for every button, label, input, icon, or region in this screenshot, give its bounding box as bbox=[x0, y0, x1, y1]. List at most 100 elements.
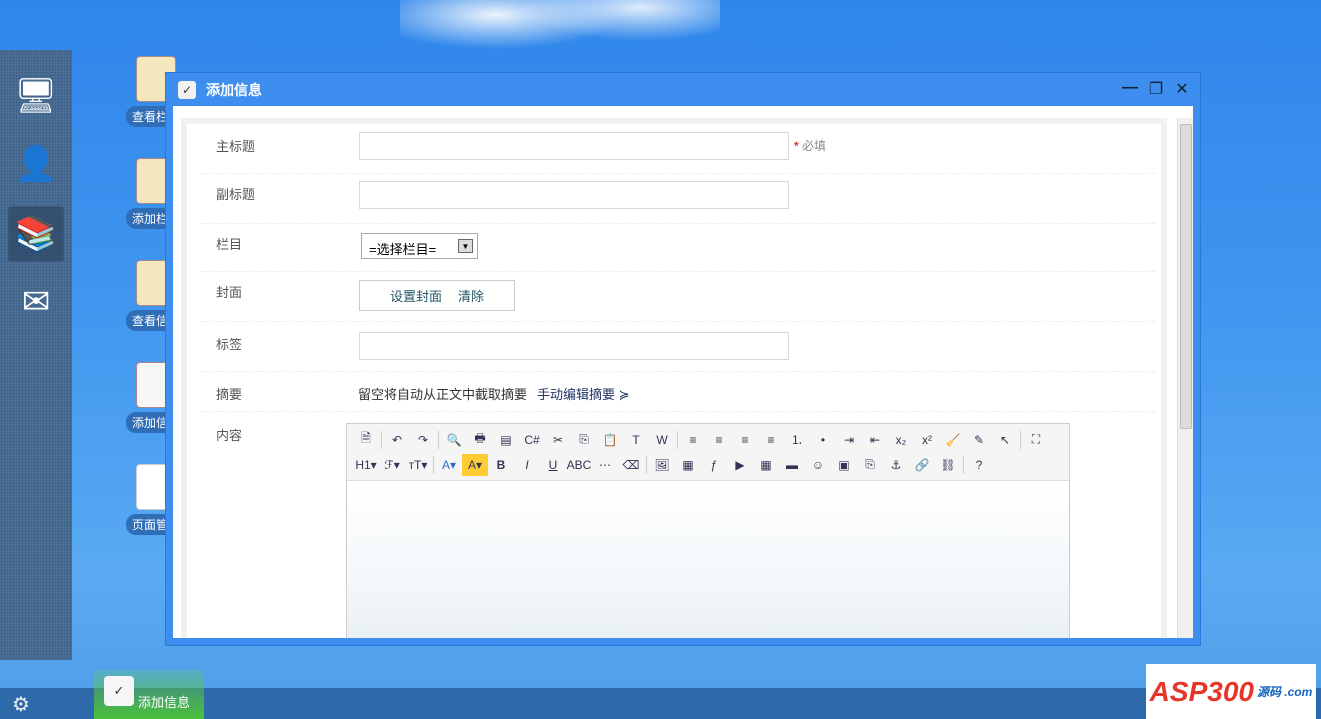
align-left-icon[interactable]: ≡ bbox=[680, 429, 706, 451]
vertical-scrollbar[interactable] bbox=[1177, 118, 1193, 638]
heading-icon[interactable]: H1▾ bbox=[353, 454, 379, 476]
toolbar-separator bbox=[677, 430, 678, 449]
manual-summary-link[interactable]: 手动编辑摘要 ≽ bbox=[537, 387, 630, 402]
select-all-icon[interactable]: ✎ bbox=[966, 429, 992, 451]
tags-input[interactable] bbox=[359, 332, 789, 360]
window-title: 添加信息 bbox=[206, 81, 262, 98]
underline-icon[interactable]: U bbox=[540, 454, 566, 476]
clear-format-icon[interactable]: 🧹 bbox=[940, 429, 966, 451]
italic-icon[interactable]: I bbox=[514, 454, 540, 476]
font-family-icon[interactable]: ℱ▾ bbox=[379, 454, 405, 476]
window-titlebar[interactable]: ✓ 添加信息 — ❐ ✕ bbox=[166, 73, 1200, 106]
superscript-icon[interactable]: x² bbox=[914, 429, 940, 451]
title-label: 主标题 bbox=[216, 139, 256, 154]
wallpaper-flower bbox=[400, 0, 720, 75]
mail-icon[interactable]: ✉ bbox=[8, 274, 64, 330]
required-hint: * 必填 bbox=[794, 139, 827, 153]
computer-icon[interactable]: 🖥 bbox=[8, 68, 64, 124]
source-icon[interactable]: 🗎 bbox=[353, 429, 379, 451]
subscript-icon[interactable]: x₂ bbox=[888, 429, 914, 451]
content-label: 内容 bbox=[216, 428, 243, 443]
paste-text-icon[interactable]: T bbox=[623, 429, 649, 451]
category-select[interactable]: =选择栏目= ▼ bbox=[361, 233, 478, 259]
dock-sidebar: 🖥 👤 📚 ✉ bbox=[0, 50, 72, 660]
table-icon[interactable]: ▦ bbox=[753, 454, 779, 476]
toolbar-separator bbox=[433, 455, 434, 474]
unlink-icon[interactable]: ⛓ bbox=[935, 454, 961, 476]
preview-icon[interactable]: 🔍 bbox=[441, 429, 467, 451]
toolbar-separator bbox=[381, 430, 382, 449]
align-right-icon[interactable]: ≡ bbox=[732, 429, 758, 451]
toolbar-separator bbox=[1020, 430, 1021, 449]
unordered-list-icon[interactable]: • bbox=[810, 429, 836, 451]
summary-hint: 留空将自动从正文中截取摘要 手动编辑摘要 ≽ bbox=[358, 387, 630, 402]
taskbar-item-label: 添加信息 bbox=[138, 695, 191, 710]
copy-icon[interactable]: ⎘ bbox=[571, 429, 597, 451]
print-icon[interactable]: 🖶 bbox=[467, 429, 493, 451]
justify-icon[interactable]: ≡ bbox=[758, 429, 784, 451]
flash-icon[interactable]: ƒ bbox=[701, 454, 727, 476]
rich-text-editor: 🗎 ↶ ↷ 🔍 🖶 ▤ C# ✂ ⎘ 📋 T W ≡ ≡ ≡ ≡ ⒈ • ⇥ ⇤ x₂ x² 🧹 ✎ ↖ ⛶ H1▾ ℱ▾ тT▾ A▾… bbox=[346, 423, 1070, 638]
fullscreen-icon[interactable]: ⛶ bbox=[1023, 429, 1049, 451]
asp300-logo: ASP300 源码 .com bbox=[1146, 664, 1316, 719]
subtitle-input[interactable] bbox=[359, 181, 789, 209]
set-cover-link[interactable]: 设置封面 bbox=[390, 286, 442, 305]
form-row-cover: 封面 设置封面 清除 bbox=[201, 272, 1155, 322]
image-map-icon[interactable]: ▣ bbox=[831, 454, 857, 476]
code-icon[interactable]: C# bbox=[519, 429, 545, 451]
form-row-subtitle: 副标题 bbox=[201, 174, 1155, 224]
bold-icon[interactable]: B bbox=[488, 454, 514, 476]
edit-icon: ✓ bbox=[178, 80, 196, 99]
template-icon[interactable]: ▤ bbox=[493, 429, 519, 451]
clear-cover-link[interactable]: 清除 bbox=[458, 286, 484, 305]
gear-icon[interactable]: ⚙ bbox=[12, 692, 30, 717]
insert-row-icon[interactable]: ▬ bbox=[779, 454, 805, 476]
anchor-icon[interactable]: ⚓ bbox=[883, 454, 909, 476]
toolbar-separator bbox=[438, 430, 439, 449]
help-icon[interactable]: ? bbox=[966, 454, 992, 476]
taskbar-item-add-info[interactable]: ✓ 添加信息 bbox=[94, 670, 204, 719]
indent-icon[interactable]: ⇥ bbox=[836, 429, 862, 451]
undo-icon[interactable]: ↶ bbox=[384, 429, 410, 451]
toolbar-separator bbox=[646, 455, 647, 474]
strikethrough-icon[interactable]: ABC bbox=[566, 454, 592, 476]
paste-word-icon[interactable]: W bbox=[649, 429, 675, 451]
close-button[interactable]: ✕ bbox=[1174, 79, 1190, 99]
highlight-icon[interactable]: A▾ bbox=[462, 453, 488, 476]
form-panel: 主标题 * 必填 副标题 栏目 =选择栏目= ▼ 封面 设置封面 清除 标签 摘… bbox=[181, 118, 1167, 638]
books-icon[interactable]: 📚 bbox=[8, 206, 64, 262]
page-break-icon[interactable]: ⎘ bbox=[857, 454, 883, 476]
editor-content-area[interactable] bbox=[347, 481, 1069, 638]
add-info-window: ✓ 添加信息 — ❐ ✕ 主标题 * 必填 副标题 栏目 =选择栏目=▼ 封面 bbox=[165, 72, 1201, 646]
hr-icon[interactable]: ⋯ bbox=[592, 454, 618, 476]
chevron-down-icon: ▼ bbox=[458, 239, 473, 253]
remove-format-icon[interactable]: ⌫ bbox=[618, 454, 644, 476]
toolbar-separator bbox=[963, 455, 964, 474]
media-icon[interactable]: ▶ bbox=[727, 454, 753, 476]
image-icon[interactable]: 🖼 bbox=[649, 454, 675, 476]
tags-label: 标签 bbox=[216, 337, 243, 352]
cut-icon[interactable]: ✂ bbox=[545, 429, 571, 451]
maximize-button[interactable]: ❐ bbox=[1148, 79, 1164, 99]
select-icon[interactable]: ↖ bbox=[992, 429, 1018, 451]
font-size-icon[interactable]: тT▾ bbox=[405, 454, 431, 476]
font-color-icon[interactable]: A▾ bbox=[436, 454, 462, 476]
title-input[interactable] bbox=[359, 132, 789, 160]
user-icon[interactable]: 👤 bbox=[8, 136, 64, 192]
ordered-list-icon[interactable]: ⒈ bbox=[784, 429, 810, 451]
form-row-category: 栏目 =选择栏目= ▼ bbox=[201, 224, 1155, 272]
align-center-icon[interactable]: ≡ bbox=[706, 429, 732, 451]
link-icon[interactable]: 🔗 bbox=[909, 454, 935, 476]
scrollbar-thumb[interactable] bbox=[1180, 124, 1192, 429]
minimize-button[interactable]: — bbox=[1122, 79, 1138, 99]
outdent-icon[interactable]: ⇤ bbox=[862, 429, 888, 451]
paste-icon[interactable]: 📋 bbox=[597, 429, 623, 451]
cover-label: 封面 bbox=[216, 285, 243, 300]
emoticon-icon[interactable]: ☺ bbox=[805, 454, 831, 476]
form-row-summary: 摘要 留空将自动从正文中截取摘要 手动编辑摘要 ≽ bbox=[201, 372, 1155, 412]
edit-icon: ✓ bbox=[104, 676, 134, 706]
multi-image-icon[interactable]: ▦ bbox=[675, 454, 701, 476]
summary-label: 摘要 bbox=[216, 387, 243, 402]
redo-icon[interactable]: ↷ bbox=[410, 429, 436, 451]
form-row-title: 主标题 * 必填 bbox=[201, 124, 1155, 174]
